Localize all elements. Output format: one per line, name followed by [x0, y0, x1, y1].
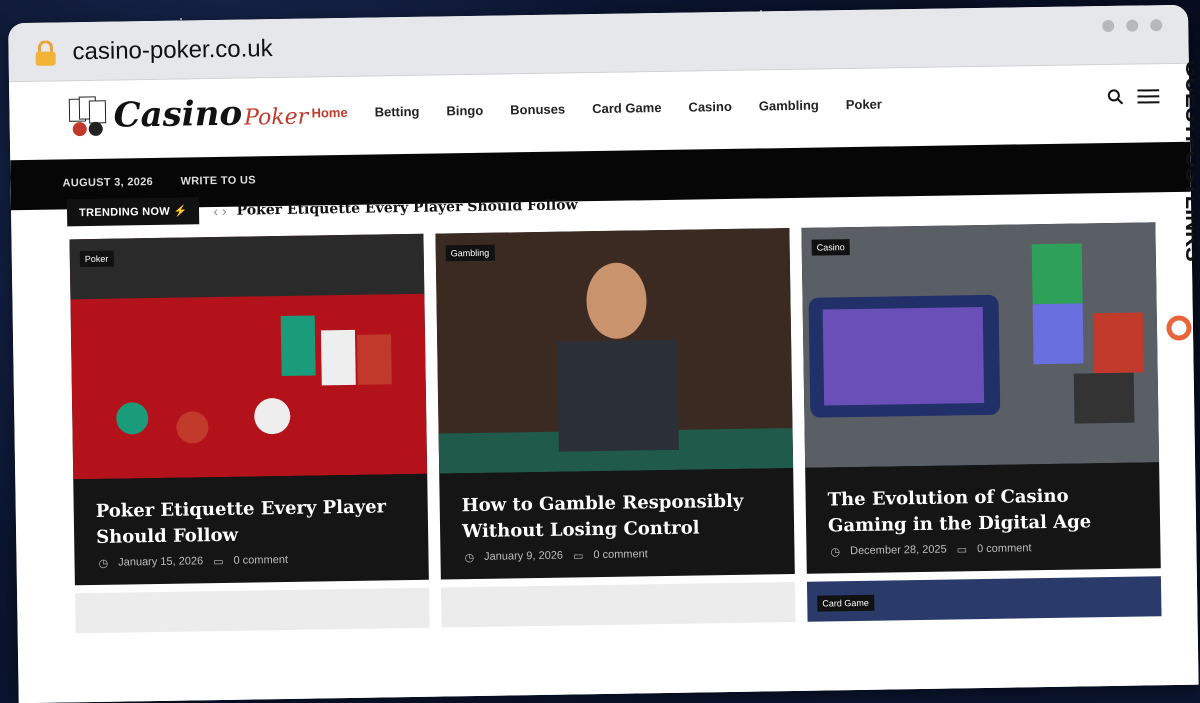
trending-label: TRENDING NOW [78, 205, 171, 220]
post-title[interactable]: How to Gamble Responsibly Without Losing… [462, 488, 783, 545]
search-icon[interactable] [1107, 89, 1124, 105]
nav-poker[interactable]: Poker [846, 97, 882, 113]
post-title[interactable]: The Evolution of Casino Gaming in the Di… [827, 482, 1148, 539]
category-badge[interactable]: Poker [79, 250, 114, 268]
category-badge[interactable]: Casino [811, 239, 850, 256]
main-nav: Home Betting Bingo Bonuses Card Game Cas… [311, 96, 909, 121]
post-thumbnail[interactable]: Card Game [806, 576, 1162, 622]
poker-chips-image [69, 233, 428, 480]
mobile-casino-image [801, 222, 1160, 468]
post-comments[interactable]: 0 comment [977, 542, 1032, 556]
post-title[interactable]: Poker Etiquette Every Player Should Foll… [96, 494, 417, 551]
playing-cards-icon [68, 96, 107, 137]
address-bar[interactable]: casino-poker.co.uk [72, 35, 273, 66]
comment-icon: ▭ [956, 544, 968, 557]
post-thumbnail[interactable] [75, 587, 430, 634]
logo-text: Casino [113, 93, 243, 136]
site-logo[interactable]: Casino Poker [65, 90, 308, 140]
trending-arrows[interactable]: ‹ › [213, 202, 226, 218]
post-card[interactable]: Poker Poker Etiquette Every Player Shoul… [69, 233, 429, 586]
featured-posts: Poker Poker Etiquette Every Player Shoul… [69, 222, 1161, 586]
watermark-text: GUESTPOSTLINKS [1181, 60, 1194, 262]
website: Casino Poker Home Betting Bingo Bonuses … [8, 63, 1199, 703]
current-date: AUGUST 3, 2026 [62, 176, 154, 190]
lock-icon [35, 40, 56, 66]
logo-subtext: Poker [243, 104, 309, 131]
comment-icon: ▭ [572, 550, 584, 563]
nav-home[interactable]: Home [311, 105, 347, 121]
post-card[interactable]: Casino The Evolution of Casino Gaming in… [801, 222, 1161, 574]
header-icons [1107, 88, 1160, 105]
nav-casino[interactable]: Casino [688, 99, 732, 115]
post-date: December 28, 2025 [849, 543, 947, 558]
clock-icon: ◷ [464, 552, 475, 565]
watermark-logo: GUESTPOSTLINKS [1166, 60, 1194, 341]
nav-betting[interactable]: Betting [375, 104, 420, 120]
menu-icon[interactable] [1137, 88, 1160, 104]
window-dot-icon[interactable] [1150, 19, 1163, 32]
post-thumbnail[interactable] [440, 581, 796, 628]
post-meta: ◷ January 9, 2026 ▭ 0 comment [464, 548, 648, 564]
post-date: January 15, 2026 [118, 555, 204, 569]
more-posts-row: Card Game [75, 576, 1162, 634]
post-comments[interactable]: 0 comment [593, 548, 648, 562]
category-badge[interactable]: Gambling [445, 244, 495, 262]
stressed-gambler-image [435, 228, 794, 474]
post-date: January 9, 2026 [484, 549, 564, 563]
post-card[interactable]: Gambling How to Gamble Responsibly Witho… [435, 228, 795, 580]
write-to-us-link[interactable]: WRITE TO US [180, 174, 255, 187]
trending-badge: TRENDING NOW ⚡ [66, 197, 200, 227]
nav-card-game[interactable]: Card Game [592, 100, 662, 116]
category-badge[interactable]: Card Game [817, 594, 874, 612]
nav-bonuses[interactable]: Bonuses [510, 102, 565, 118]
nav-bingo[interactable]: Bingo [446, 103, 483, 119]
comment-icon: ▭ [213, 555, 224, 569]
post-comments[interactable]: 0 comment [233, 554, 288, 568]
window-dot-icon[interactable] [1126, 19, 1139, 32]
browser-window: casino-poker.co.uk Casino Poker Home Bet… [8, 4, 1199, 703]
nav-gambling[interactable]: Gambling [759, 98, 819, 114]
clock-icon: ◷ [98, 557, 109, 570]
post-meta: ◷ January 15, 2026 ▭ 0 comment [98, 554, 288, 570]
post-meta: ◷ December 28, 2025 ▭ 0 comment [830, 542, 1031, 558]
window-controls [1102, 19, 1163, 33]
clock-icon: ◷ [830, 546, 841, 559]
window-dot-icon[interactable] [1102, 19, 1115, 33]
trending-title[interactable]: Poker Etiquette Every Player Should Foll… [236, 197, 577, 218]
